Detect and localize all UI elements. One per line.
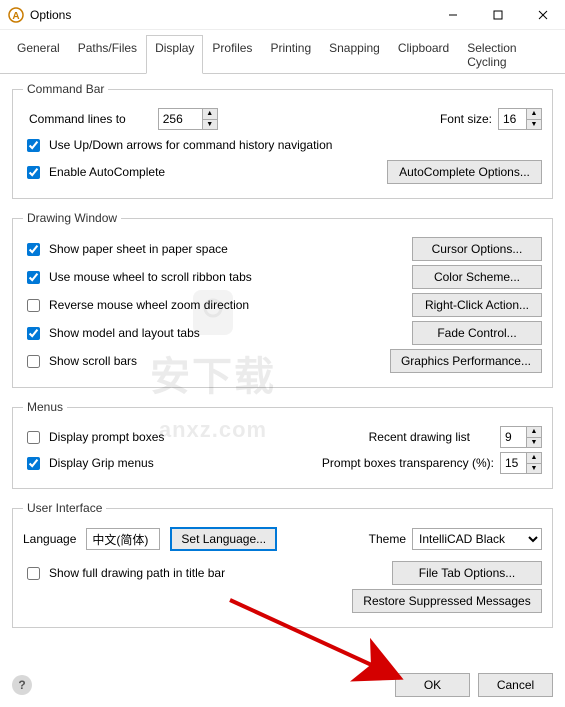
file-tab-options-button[interactable]: File Tab Options...: [392, 561, 542, 585]
ok-button[interactable]: OK: [395, 673, 470, 697]
restore-messages-button[interactable]: Restore Suppressed Messages: [352, 589, 542, 613]
spinner-recent-list[interactable]: ▲▼: [500, 426, 542, 448]
footer: ? OK Cancel: [12, 673, 553, 697]
svg-text:A: A: [12, 11, 19, 22]
cancel-button[interactable]: Cancel: [478, 673, 553, 697]
help-icon[interactable]: ?: [12, 675, 32, 695]
label-command-lines: Command lines to: [29, 112, 126, 126]
spinner-down-icon[interactable]: ▼: [527, 464, 541, 474]
spinner-up-icon[interactable]: ▲: [203, 109, 217, 120]
label-font-size: Font size:: [440, 112, 492, 126]
tab-snapping[interactable]: Snapping: [320, 35, 389, 74]
tab-selection[interactable]: Selection Cycling: [458, 35, 557, 74]
spinner-up-icon[interactable]: ▲: [527, 453, 541, 464]
select-theme[interactable]: IntelliCAD Black: [412, 528, 542, 550]
app-icon: A: [8, 7, 24, 23]
group-command-bar: Command Bar Command lines to ▲▼ Font siz…: [12, 82, 553, 199]
label-recent-list: Recent drawing list: [369, 430, 470, 444]
graphics-performance-button[interactable]: Graphics Performance...: [390, 349, 542, 373]
checkbox-show-tabs[interactable]: Show model and layout tabs: [23, 324, 200, 343]
close-button[interactable]: [520, 0, 565, 30]
cursor-options-button[interactable]: Cursor Options...: [412, 237, 542, 261]
label-transparency: Prompt boxes transparency (%):: [322, 456, 494, 470]
legend-drawing-window: Drawing Window: [23, 211, 121, 225]
checkbox-show-paper[interactable]: Show paper sheet in paper space: [23, 240, 228, 259]
group-menus: Menus Display prompt boxes Recent drawin…: [12, 400, 553, 489]
titlebar: A Options: [0, 0, 565, 30]
input-font-size[interactable]: [498, 108, 526, 130]
tab-bar: General Paths/Files Display Profiles Pri…: [0, 30, 565, 74]
checkbox-show-path[interactable]: Show full drawing path in title bar: [23, 564, 225, 583]
input-language[interactable]: 中文(简体): [86, 528, 160, 550]
spinner-up-icon[interactable]: ▲: [527, 427, 541, 438]
input-transparency[interactable]: [500, 452, 526, 474]
legend-command-bar: Command Bar: [23, 82, 108, 96]
label-theme: Theme: [369, 532, 406, 546]
tab-profiles[interactable]: Profiles: [203, 35, 261, 74]
spinner-transparency[interactable]: ▲▼: [500, 452, 542, 474]
checkbox-enable-autocomplete[interactable]: Enable AutoComplete: [23, 163, 165, 182]
right-click-action-button[interactable]: Right-Click Action...: [412, 293, 542, 317]
input-command-lines[interactable]: [158, 108, 202, 130]
spinner-font-size[interactable]: ▲▼: [498, 108, 542, 130]
checkbox-display-grip[interactable]: Display Grip menus: [23, 454, 154, 473]
tab-printing[interactable]: Printing: [261, 35, 320, 74]
tab-paths[interactable]: Paths/Files: [69, 35, 146, 74]
checkbox-use-wheel[interactable]: Use mouse wheel to scroll ribbon tabs: [23, 268, 252, 287]
autocomplete-options-button[interactable]: AutoComplete Options...: [387, 160, 542, 184]
spinner-command-lines[interactable]: ▲▼: [158, 108, 218, 130]
window-title: Options: [30, 8, 71, 22]
color-scheme-button[interactable]: Color Scheme...: [412, 265, 542, 289]
checkbox-display-prompt[interactable]: Display prompt boxes: [23, 428, 164, 447]
tab-display[interactable]: Display: [146, 35, 203, 74]
legend-menus: Menus: [23, 400, 67, 414]
group-drawing-window: Drawing Window Show paper sheet in paper…: [12, 211, 553, 388]
spinner-down-icon[interactable]: ▼: [527, 120, 541, 130]
label-language: Language: [23, 532, 76, 546]
checkbox-show-scroll[interactable]: Show scroll bars: [23, 352, 137, 371]
input-recent-list[interactable]: [500, 426, 526, 448]
spinner-up-icon[interactable]: ▲: [527, 109, 541, 120]
set-language-button[interactable]: Set Language...: [170, 527, 277, 551]
spinner-down-icon[interactable]: ▼: [203, 120, 217, 130]
spinner-down-icon[interactable]: ▼: [527, 438, 541, 448]
tab-general[interactable]: General: [8, 35, 69, 74]
group-user-interface: User Interface Language 中文(简体) Set Langu…: [12, 501, 553, 628]
legend-user-interface: User Interface: [23, 501, 106, 515]
checkbox-reverse-wheel[interactable]: Reverse mouse wheel zoom direction: [23, 296, 249, 315]
checkbox-use-arrows[interactable]: Use Up/Down arrows for command history n…: [23, 136, 332, 155]
minimize-button[interactable]: [430, 0, 475, 30]
tab-clipboard[interactable]: Clipboard: [389, 35, 458, 74]
fade-control-button[interactable]: Fade Control...: [412, 321, 542, 345]
maximize-button[interactable]: [475, 0, 520, 30]
